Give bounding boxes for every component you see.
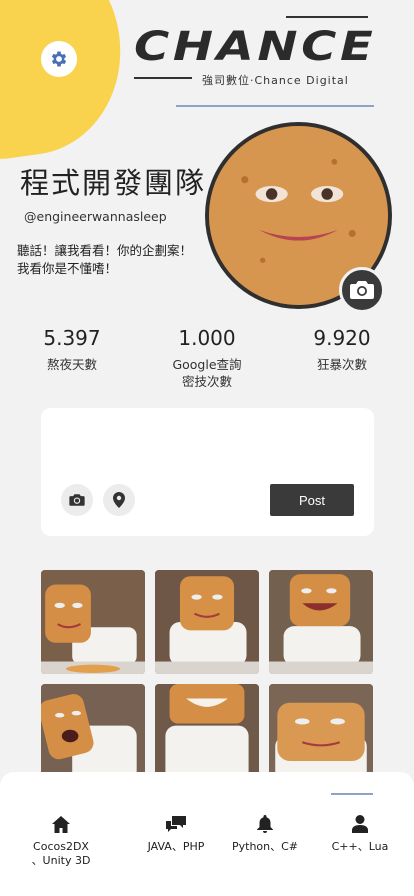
stat-value: 1.000: [178, 326, 236, 350]
add-location-button[interactable]: [103, 484, 135, 516]
profile-bio: 聽話！讓我看看！你的企劃案！ 我看你是不懂嗜！: [17, 243, 193, 276]
post-button[interactable]: Post: [270, 484, 354, 516]
stat-value: 9.920: [313, 326, 371, 350]
nav-label: Python、C#: [231, 840, 299, 853]
settings-button[interactable]: [41, 41, 77, 77]
nav-item-java-php[interactable]: JAVA、PHP: [138, 814, 214, 854]
nav-active-indicator: [331, 793, 373, 795]
photo-thumbnail[interactable]: [269, 570, 373, 674]
logo-subtitle: 強司數位·Chance Digital: [202, 74, 349, 87]
camera-icon: [350, 281, 374, 299]
chat-icon: [166, 815, 186, 832]
profile-handle: @engineerwannasleep: [24, 209, 167, 224]
stat-label: Google查詢 密技次數: [172, 357, 242, 389]
bottom-navigation: Cocos2DX 、Unity 3D JAVA、PHP Python、C# C+…: [0, 772, 414, 896]
nav-label: JAVA、PHP: [147, 840, 205, 853]
gear-icon: [51, 51, 67, 67]
stat-google-searches: 1.000 Google查詢 密技次數: [155, 326, 259, 390]
nav-item-cocos-unity[interactable]: Cocos2DX 、Unity 3D: [30, 814, 92, 868]
logo-decor-line: [134, 77, 192, 79]
nav-item-cpp-lua[interactable]: C++、Lua: [324, 814, 396, 854]
logo-decor-line: [286, 16, 368, 18]
toast-photo: [41, 570, 145, 674]
logo-wordmark: CHANCE: [134, 24, 377, 70]
bell-icon: [257, 815, 273, 833]
nav-label: C++、Lua: [331, 840, 389, 853]
location-pin-icon: [113, 492, 125, 508]
decorative-blob: [0, 0, 135, 168]
profile-name: 程式開發團隊: [20, 166, 207, 200]
stats-row: 5.397 熬夜天數 1.000 Google查詢 密技次數 9.920 狂暴次…: [0, 326, 414, 396]
attach-photo-button[interactable]: [61, 484, 93, 516]
change-avatar-button[interactable]: [339, 267, 385, 313]
post-composer[interactable]: Post: [41, 408, 374, 536]
stat-late-nights: 5.397 熬夜天數: [22, 326, 122, 373]
photo-thumbnail[interactable]: [41, 570, 145, 674]
user-icon: [352, 815, 368, 833]
toast-photo: [155, 570, 259, 674]
stat-label: 熬夜天數: [46, 357, 97, 372]
brand-logo: CHANCE 強司數位·Chance Digital: [134, 16, 374, 92]
header-divider: [176, 105, 374, 107]
stat-label: 狂暴次數: [316, 357, 367, 372]
nav-label: Cocos2DX 、Unity 3D: [31, 840, 91, 867]
photo-thumbnail[interactable]: [155, 570, 259, 674]
stat-rage-count: 9.920 狂暴次數: [292, 326, 392, 373]
home-icon: [52, 815, 70, 833]
toast-photo: [269, 570, 373, 674]
camera-icon: [69, 494, 85, 506]
stat-value: 5.397: [43, 326, 101, 350]
nav-item-python-csharp[interactable]: Python、C#: [224, 814, 306, 854]
